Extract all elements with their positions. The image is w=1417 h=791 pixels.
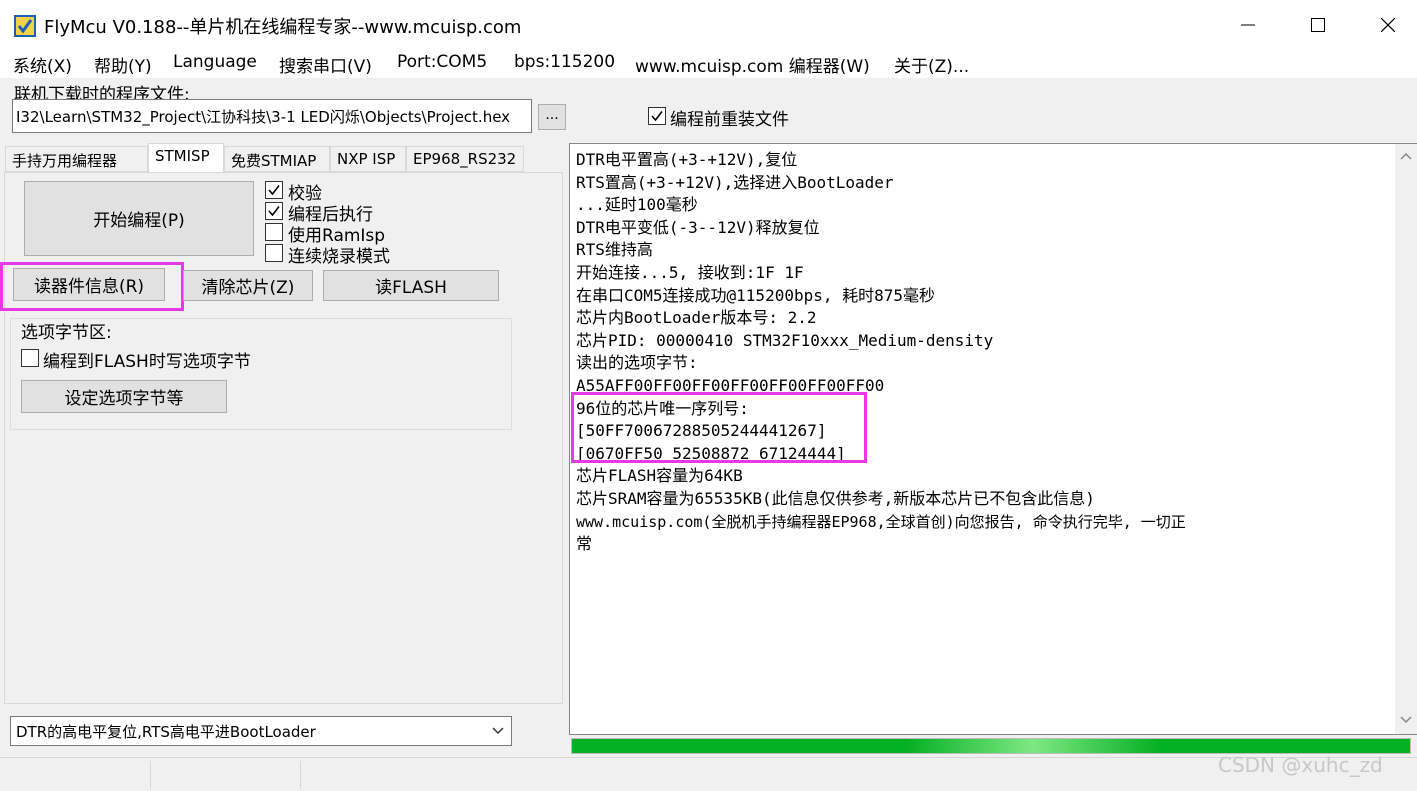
log-line: 芯片FLASH容量为64KB xyxy=(576,466,743,486)
continuous-mode-label: 连续烧录模式 xyxy=(288,247,390,267)
log-line: 开始连接...5, 接收到:1F 1F xyxy=(576,262,804,282)
close-button[interactable] xyxy=(1353,0,1417,50)
start-program-button[interactable]: 开始编程(P) xyxy=(24,181,254,256)
tab-handheld[interactable]: 手持万用编程器 xyxy=(5,146,148,172)
log-line: RTS置高(+3-+12V),选择进入BootLoader xyxy=(576,172,894,192)
maximize-icon xyxy=(1311,18,1325,32)
log-line: 读出的选项字节: xyxy=(576,353,698,373)
set-option-bytes-button[interactable]: 设定选项字节等 xyxy=(21,380,227,413)
close-icon xyxy=(1381,18,1395,32)
log-line: DTR电平置高(+3-+12V),复位 xyxy=(576,150,798,169)
reload-checkbox[interactable] xyxy=(648,107,666,125)
tab-nxp-isp[interactable]: NXP ISP xyxy=(330,146,406,172)
log-line: 在串口COM5连接成功@115200bps, 耗时875毫秒 xyxy=(576,285,936,305)
menu-bps[interactable]: bps:115200 xyxy=(514,52,615,72)
watermark: CSDN @xuhc_zd xyxy=(1218,753,1383,777)
log-line: 芯片PID: 00000410 STM32F10xxx_Medium-densi… xyxy=(576,330,994,350)
minimize-icon xyxy=(1241,24,1255,26)
check-icon xyxy=(268,206,280,217)
menu-about[interactable]: 关于(Z)... xyxy=(894,52,969,77)
file-path-text: I32\Learn\STM32_Project\江协科技\3-1 LED闪烁\O… xyxy=(16,108,511,126)
log-line: 常 xyxy=(576,534,593,554)
log-scrollbar[interactable] xyxy=(1395,144,1417,734)
log-lines: DTR电平置高(+3-+12V),复位 RTS置高(+3-+12V),选择进入B… xyxy=(576,149,1391,556)
menu-help[interactable]: 帮助(Y) xyxy=(94,52,152,77)
highlight-box xyxy=(0,262,184,311)
check-icon xyxy=(651,111,663,122)
browse-button[interactable]: ... xyxy=(538,104,566,130)
file-path-input[interactable]: I32\Learn\STM32_Project\江协科技\3-1 LED闪烁\O… xyxy=(12,99,532,133)
log-line: 芯片内BootLoader版本号: 2.2 xyxy=(576,308,817,328)
progress-bar xyxy=(571,738,1411,754)
write-option-label: 编程到FLASH时写选项字节 xyxy=(43,352,251,372)
menu-port[interactable]: Port:COM5 xyxy=(397,52,487,72)
log-line: DTR电平变低(-3--12V)释放复位 xyxy=(576,217,820,237)
menu-programmer[interactable]: www.mcuisp.com 编程器(W) xyxy=(635,52,870,77)
read-flash-button[interactable]: 读FLASH xyxy=(323,270,499,301)
verify-checkbox[interactable] xyxy=(265,181,283,199)
ramisp-checkbox[interactable] xyxy=(265,223,283,241)
status-divider xyxy=(150,761,151,789)
tab-ep968[interactable]: EP968_RS232 xyxy=(406,146,524,172)
reload-label: 编程前重装文件 xyxy=(670,110,789,130)
log-line: www.mcuisp.com(全脱机手持编程器EP968,全球首创)向您报告, … xyxy=(576,512,1186,531)
reset-mode-value: DTR的高电平复位,RTS高电平进BootLoader xyxy=(16,723,316,741)
menu-search-port[interactable]: 搜索串口(V) xyxy=(279,52,372,77)
scroll-down-icon[interactable] xyxy=(1400,716,1412,724)
tab-stmisp[interactable]: STMISP xyxy=(148,143,224,173)
status-bar xyxy=(0,757,1417,791)
erase-chip-button[interactable]: 清除芯片(Z) xyxy=(183,270,313,301)
reset-mode-select[interactable]: DTR的高电平复位,RTS高电平进BootLoader xyxy=(10,716,512,746)
minimize-button[interactable] xyxy=(1213,0,1283,50)
option-byte-title: 选项字节区: xyxy=(21,323,112,343)
check-icon xyxy=(268,185,280,196)
menu-bar: 系统(X) 帮助(Y) Language 搜索串口(V) Port:COM5 b… xyxy=(0,50,1417,78)
log-line: RTS维持高 xyxy=(576,240,653,260)
app-icon xyxy=(14,15,36,37)
run-after-checkbox[interactable] xyxy=(265,202,283,220)
scroll-up-icon[interactable] xyxy=(1400,152,1412,160)
highlight-box xyxy=(571,392,867,463)
chevron-down-icon xyxy=(485,717,511,745)
status-divider xyxy=(300,761,301,789)
maximize-button[interactable] xyxy=(1283,0,1353,50)
menu-language[interactable]: Language xyxy=(173,52,257,72)
tab-stmiap[interactable]: 免费STMIAP xyxy=(224,146,330,172)
log-line: ...延时100毫秒 xyxy=(576,195,698,215)
window-title: FlyMcu V0.188--单片机在线编程专家--www.mcuisp.com xyxy=(44,17,522,38)
write-option-checkbox[interactable] xyxy=(21,349,39,367)
menu-system[interactable]: 系统(X) xyxy=(13,52,72,77)
log-line: 芯片SRAM容量为65535KB(此信息仅供参考,新版本芯片已不包含此信息) xyxy=(576,488,1095,508)
continuous-mode-checkbox[interactable] xyxy=(265,244,283,262)
